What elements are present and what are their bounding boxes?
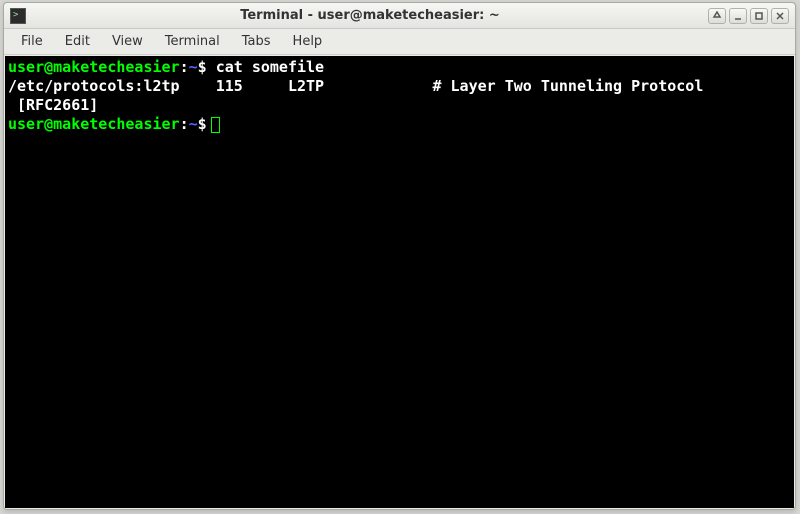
prompt-cwd: ~ <box>189 58 198 76</box>
prompt-cwd: ~ <box>189 115 198 133</box>
command-text: cat somefile <box>207 58 324 76</box>
window-title: Terminal - user@maketecheasier: ~ <box>32 8 708 23</box>
prompt-user-host: user@maketecheasier <box>8 58 180 76</box>
titlebar[interactable]: Terminal - user@maketecheasier: ~ <box>4 3 795 29</box>
always-on-top-button[interactable] <box>708 8 726 24</box>
menu-edit[interactable]: Edit <box>56 31 99 52</box>
menu-file[interactable]: File <box>12 31 52 52</box>
maximize-button[interactable] <box>750 8 768 24</box>
menu-help[interactable]: Help <box>284 31 332 52</box>
terminal-window: Terminal - user@maketecheasier: ~ File E… <box>3 2 796 510</box>
menu-view[interactable]: View <box>103 31 152 52</box>
menu-tabs[interactable]: Tabs <box>233 31 280 52</box>
prompt-symbol: $ <box>198 115 207 133</box>
terminal-icon <box>10 8 26 24</box>
minimize-button[interactable] <box>729 8 747 24</box>
window-controls <box>708 8 789 24</box>
menubar: File Edit View Terminal Tabs Help <box>4 29 795 55</box>
prompt-sep: : <box>180 115 189 133</box>
output-line-2: [RFC2661] <box>8 96 98 114</box>
prompt-symbol: $ <box>198 58 207 76</box>
prompt-user-host: user@maketecheasier <box>8 115 180 133</box>
menu-terminal[interactable]: Terminal <box>156 31 229 52</box>
terminal-output[interactable]: user@maketecheasier:~$ cat somefile /etc… <box>5 56 794 508</box>
cursor <box>211 117 220 133</box>
prompt-sep: : <box>180 58 189 76</box>
output-line-1: /etc/protocols:l2tp 115 L2TP # Layer Two… <box>8 77 703 95</box>
close-button[interactable] <box>771 8 789 24</box>
